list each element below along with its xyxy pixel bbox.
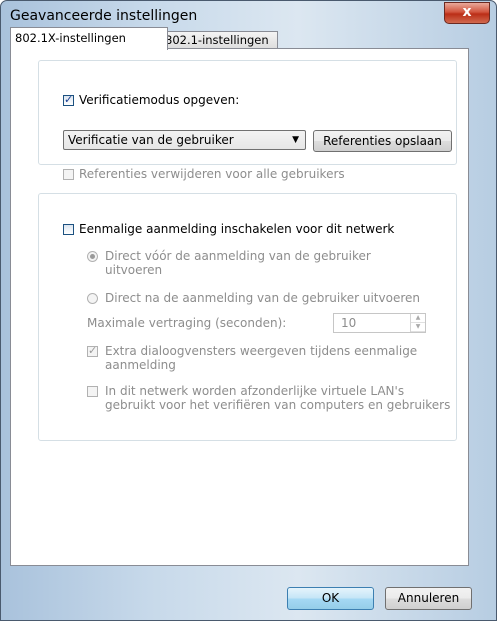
radio-before-logon-label-line2: uitvoeren	[105, 263, 163, 277]
tab-8021x-settings[interactable]: 802.1X-instellingen	[10, 27, 168, 50]
vlan-checkbox[interactable]	[87, 386, 98, 397]
close-button[interactable]: x	[444, 2, 490, 24]
extra-dialogs-label-line2: aanmelding	[105, 358, 176, 372]
extra-dialogs-label-line1: Extra dialoogvensters weergeven tijdens …	[105, 344, 418, 358]
radio-before-logon-label-line1: Direct vóór de aanmelding van de gebruik…	[105, 249, 371, 263]
max-delay-value: 10	[341, 316, 357, 330]
spin-up-icon[interactable]: ▲	[411, 314, 425, 323]
ok-button[interactable]: OK	[287, 587, 374, 610]
max-delay-input[interactable]: 10 ▲ ▼	[333, 313, 426, 333]
tab-8021-settings[interactable]: 802.1-instellingen	[160, 31, 278, 49]
save-credentials-button[interactable]: Referenties opslaan	[313, 130, 452, 152]
auth-mode-select-value: Verificatie van de gebruiker	[68, 133, 234, 147]
cancel-button[interactable]: Annuleren	[385, 587, 472, 610]
spin-down-icon[interactable]: ▼	[411, 323, 425, 332]
auth-mode-label: Verificatiemodus opgeven:	[79, 93, 240, 107]
extra-dialogs-checkbox[interactable]	[87, 344, 98, 357]
delete-credentials-checkbox[interactable]	[63, 168, 74, 180]
auth-mode-checkbox[interactable]	[63, 93, 74, 106]
vlan-label-line2: gebruikt voor het verifiëren van compute…	[105, 398, 451, 412]
delete-credentials-row: Referenties verwijderen voor alle gebrui…	[63, 167, 345, 181]
auth-mode-select[interactable]: Verificatie van de gebruiker ▼	[63, 130, 306, 150]
radio-before-logon[interactable]	[87, 251, 98, 262]
max-delay-spinner[interactable]: ▲ ▼	[410, 314, 425, 332]
radio-after-logon[interactable]	[87, 293, 98, 304]
close-icon: x	[462, 4, 472, 20]
vlan-label-line1: In dit netwerk worden afzonderlijke virt…	[105, 384, 405, 398]
sso-checkbox[interactable]	[63, 223, 74, 235]
max-delay-label: Maximale vertraging (seconden):	[87, 316, 287, 330]
chevron-down-icon: ▼	[292, 135, 299, 145]
auth-mode-group-header: Verificatiemodus opgeven:	[63, 93, 244, 107]
sso-group-header: Eenmalige aanmelding inschakelen voor di…	[63, 222, 399, 236]
radio-after-logon-label: Direct na de aanmelding van de gebruiker…	[105, 291, 420, 305]
delete-credentials-label: Referenties verwijderen voor alle gebrui…	[79, 167, 345, 181]
window-title: Geavanceerde instellingen	[10, 8, 198, 24]
sso-label: Eenmalige aanmelding inschakelen voor di…	[79, 222, 395, 236]
